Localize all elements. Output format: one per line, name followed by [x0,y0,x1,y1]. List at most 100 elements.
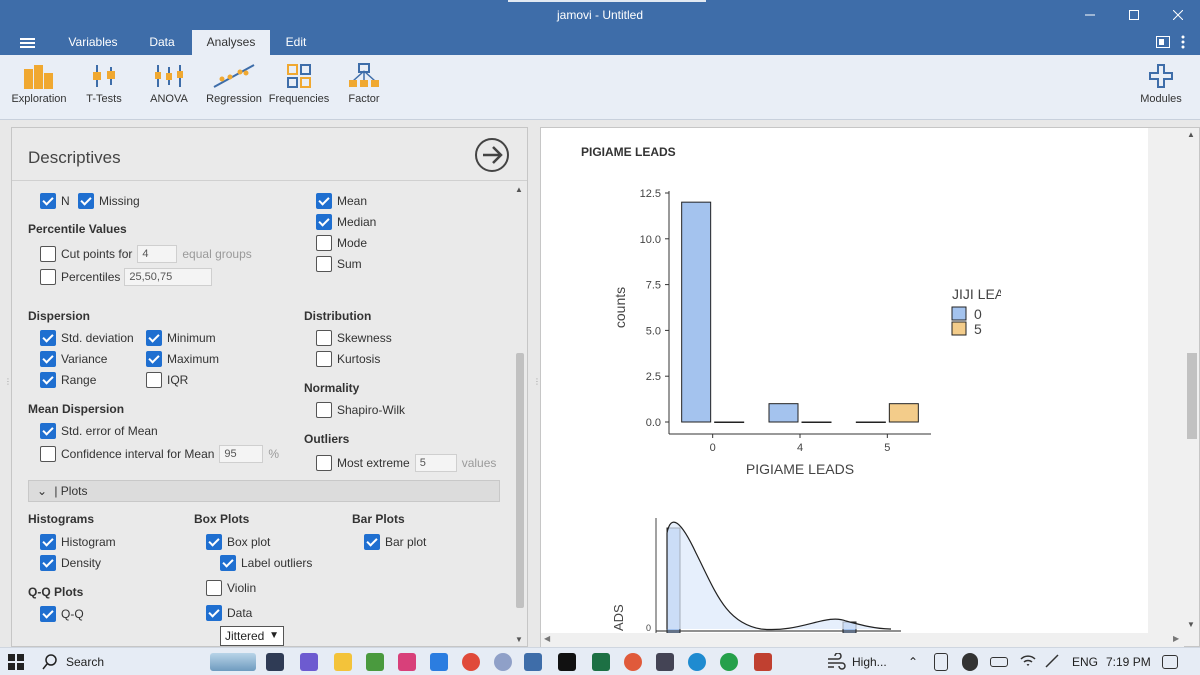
copilot-icon[interactable] [300,653,318,671]
browser-icon[interactable] [624,653,642,671]
skewness-checkbox[interactable]: Skewness [316,329,392,347]
go-to-results-button[interactable] [474,137,510,173]
left-splitter-handle[interactable]: ⋮ [4,378,12,386]
ribbon-factor[interactable]: Factor [330,63,398,105]
tab-analyses[interactable]: Analyses [192,30,270,55]
ribbon-frequencies[interactable]: Frequencies [265,63,333,105]
anova-icon [155,65,183,87]
hamburger-menu-icon[interactable] [20,38,35,48]
y-tick-label: 7.5 [646,280,661,292]
whatsapp-icon[interactable] [720,653,738,671]
ribbon-exploration[interactable]: Exploration [5,63,73,105]
label-outliers-checkbox[interactable]: Label outliers [220,554,312,572]
plots-section-toggle[interactable]: ⌄ | Plots [28,480,500,502]
cloud-icon[interactable] [962,653,978,671]
display-mode-icon[interactable] [1156,36,1170,48]
menu-bar: Variables Data Analyses Edit [0,30,1200,55]
tiktok-icon[interactable] [558,653,576,671]
scroll-thumb[interactable] [516,353,524,608]
qq-checkbox[interactable]: Q-Q [40,605,84,623]
tab-data[interactable]: Data [138,30,186,55]
missing-checkbox[interactable]: Missing [78,192,140,210]
device-icon[interactable] [934,653,948,671]
ci-input[interactable]: 95 [219,445,264,463]
edge-icon[interactable] [688,653,706,671]
ribbon-label: Frequencies [268,93,330,105]
jamovi-taskbar-icon[interactable] [524,653,542,671]
battery-icon[interactable] [990,657,1008,667]
iqr-checkbox[interactable]: IQR [146,371,188,389]
histogram-checkbox[interactable]: Histogram [40,533,116,551]
minimum-checkbox[interactable]: Minimum [146,329,216,347]
variance-checkbox[interactable]: Variance [40,350,107,368]
std-deviation-checkbox[interactable]: Std. deviation [40,329,134,347]
density-checkbox[interactable]: Density [40,554,101,572]
std-error-checkbox[interactable]: Std. error of Mean [40,422,158,440]
exploration-icon [24,65,53,89]
app-icon[interactable] [656,653,674,671]
factor-icon [349,63,379,87]
shapiro-wilk-checkbox[interactable]: Shapiro-Wilk [316,401,405,419]
ribbon-regression[interactable]: Regression [200,63,268,105]
clock[interactable]: 7:19 PM [1106,655,1151,669]
histograms-heading: Histograms [28,512,95,526]
bar-plot-checkbox[interactable]: Bar plot [364,533,426,551]
tab-edit[interactable]: Edit [276,30,316,55]
task-view-icon[interactable] [266,653,284,671]
windows-start-icon[interactable] [8,654,24,673]
minimize-button[interactable] [1068,0,1112,30]
scroll-up-icon: ▲ [1187,130,1195,139]
chevron-up-icon[interactable]: ⌃ [908,655,918,669]
mail-icon[interactable] [430,653,448,671]
r-app-icon[interactable] [494,653,512,671]
data-checkbox[interactable]: Data [206,604,252,622]
maximize-button[interactable] [1112,0,1156,30]
tab-variables[interactable]: Variables [58,30,128,55]
ribbon-t-tests[interactable]: T-Tests [70,63,138,105]
close-icon [1173,10,1183,20]
chrome-icon[interactable] [462,653,480,671]
excel-icon[interactable] [592,653,610,671]
results-hscrollbar[interactable]: ◀ ▶ [541,633,1184,647]
most-extreme-checkbox[interactable]: Most extreme 5 values [316,454,496,472]
instagram-icon[interactable] [398,653,416,671]
app-icon-2[interactable] [754,653,772,671]
median-checkbox[interactable]: Median [316,213,376,231]
results-scrollbar[interactable]: ▲ ▼ [1184,128,1199,633]
most-extreme-input[interactable]: 5 [414,454,457,472]
results-scroll-thumb[interactable] [1187,353,1197,439]
maximum-checkbox[interactable]: Maximum [146,350,219,368]
language-indicator[interactable]: ENG [1072,655,1098,669]
ribbon-modules[interactable]: Modules [1127,63,1195,105]
ribbon-anova[interactable]: ANOVA [135,63,203,105]
scroll-up-icon: ▲ [515,185,523,194]
mean-checkbox[interactable]: Mean [316,192,367,210]
pen-icon[interactable] [1044,653,1060,671]
n-checkbox[interactable]: N [40,192,70,210]
data-style-select[interactable]: Jittered ▼ [220,626,284,646]
partial-tick-label: 0 [646,623,651,633]
cut-points-checkbox[interactable]: Cut points for 4 equal groups [40,245,252,263]
options-scrollbar[interactable]: ▲ ▼ [514,185,525,646]
notification-icon[interactable] [1162,655,1178,669]
percentiles-checkbox[interactable]: Percentiles 25,50,75 [40,268,217,286]
box-plot-checkbox[interactable]: Box plot [206,533,270,551]
ribbon-label: Modules [1140,93,1182,105]
kurtosis-checkbox[interactable]: Kurtosis [316,350,380,368]
weather-text[interactable]: High... [852,655,887,669]
percentiles-input[interactable]: 25,50,75 [124,268,213,286]
violin-checkbox[interactable]: Violin [206,579,256,597]
center-splitter-handle[interactable]: ⋮ [533,378,541,386]
range-checkbox[interactable]: Range [40,371,96,389]
close-button[interactable] [1156,0,1200,30]
cut-points-input[interactable]: 4 [137,245,178,263]
sum-checkbox[interactable]: Sum [316,255,362,273]
more-options-icon[interactable] [1180,35,1186,50]
mode-checkbox[interactable]: Mode [316,234,367,252]
store-icon[interactable] [366,653,384,671]
file-explorer-icon[interactable] [334,653,352,671]
bar-chart: 0.0 2.5 5.0 7.5 10.0 12.5 counts 0 4 5 PIGIAME LEA… [612,188,1001,477]
wifi-icon[interactable] [1020,653,1036,671]
box-plots-heading: Box Plots [194,512,250,526]
confidence-interval-checkbox[interactable]: Confidence interval for Mean 95% [40,445,279,463]
